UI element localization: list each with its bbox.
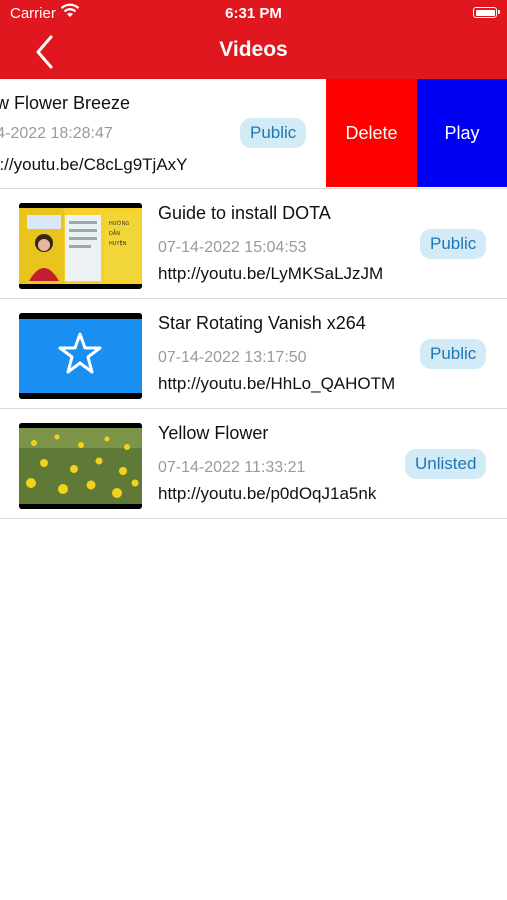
video-url: http://youtu.be/HhLo_QAHOTM	[158, 374, 396, 393]
header: Carrier 6:31 PM Videos	[0, 0, 507, 79]
video-row[interactable]: llow Flower Breeze -14-2022 18:28:47 Pub…	[0, 79, 507, 189]
battery-icon	[473, 7, 500, 18]
status-bar: Carrier 6:31 PM	[0, 0, 507, 28]
svg-text:HƯỚNG: HƯỚNG	[109, 220, 129, 227]
video-date: 07-14-2022 15:04:53	[158, 239, 307, 256]
video-row[interactable]: HƯỚNG DẪN HUYỆN Guide to install DOTA 07…	[0, 189, 507, 299]
video-thumbnail	[19, 313, 142, 399]
delete-label: Delete	[345, 122, 398, 143]
video-title: Guide to install DOTA	[158, 203, 331, 223]
delete-button[interactable]: Delete	[326, 79, 417, 187]
visibility-badge: Public	[420, 229, 487, 259]
video-title: Star Rotating Vanish x264	[158, 313, 366, 333]
video-thumbnail: HƯỚNG DẪN HUYỆN	[19, 203, 142, 289]
video-url: http://youtu.be/p0dOqJ1a5nk	[158, 484, 377, 503]
video-date: 07-14-2022 11:33:21	[158, 459, 306, 476]
visibility-badge: Public	[240, 118, 307, 148]
svg-text:HUYỆN: HUYỆN	[109, 239, 127, 247]
visibility-badge: Public	[420, 339, 487, 369]
video-url: http://youtu.be/LyMKSaLJzJM	[158, 264, 384, 283]
video-title: Yellow Flower	[158, 423, 269, 443]
visibility-badge: Unlisted	[405, 449, 487, 479]
video-thumbnail	[19, 423, 142, 509]
video-row-content[interactable]: llow Flower Breeze -14-2022 18:28:47 Pub…	[0, 79, 330, 188]
video-url: p://youtu.be/C8cLg9TjAxY	[0, 155, 188, 174]
play-label: Play	[444, 122, 480, 143]
video-row[interactable]: Star Rotating Vanish x264 07-14-2022 13:…	[0, 299, 507, 409]
video-title: llow Flower Breeze	[0, 93, 131, 113]
video-date: -14-2022 18:28:47	[0, 125, 113, 142]
svg-text:DẪN: DẪN	[109, 229, 120, 237]
play-button[interactable]: Play	[417, 79, 507, 187]
video-row[interactable]: Yellow Flower 07-14-2022 11:33:21 Unlist…	[0, 409, 507, 519]
status-time: 6:31 PM	[225, 5, 282, 22]
page-title: Videos	[219, 38, 288, 61]
video-date: 07-14-2022 13:17:50	[158, 349, 307, 366]
video-list: llow Flower Breeze -14-2022 18:28:47 Pub…	[0, 79, 507, 519]
